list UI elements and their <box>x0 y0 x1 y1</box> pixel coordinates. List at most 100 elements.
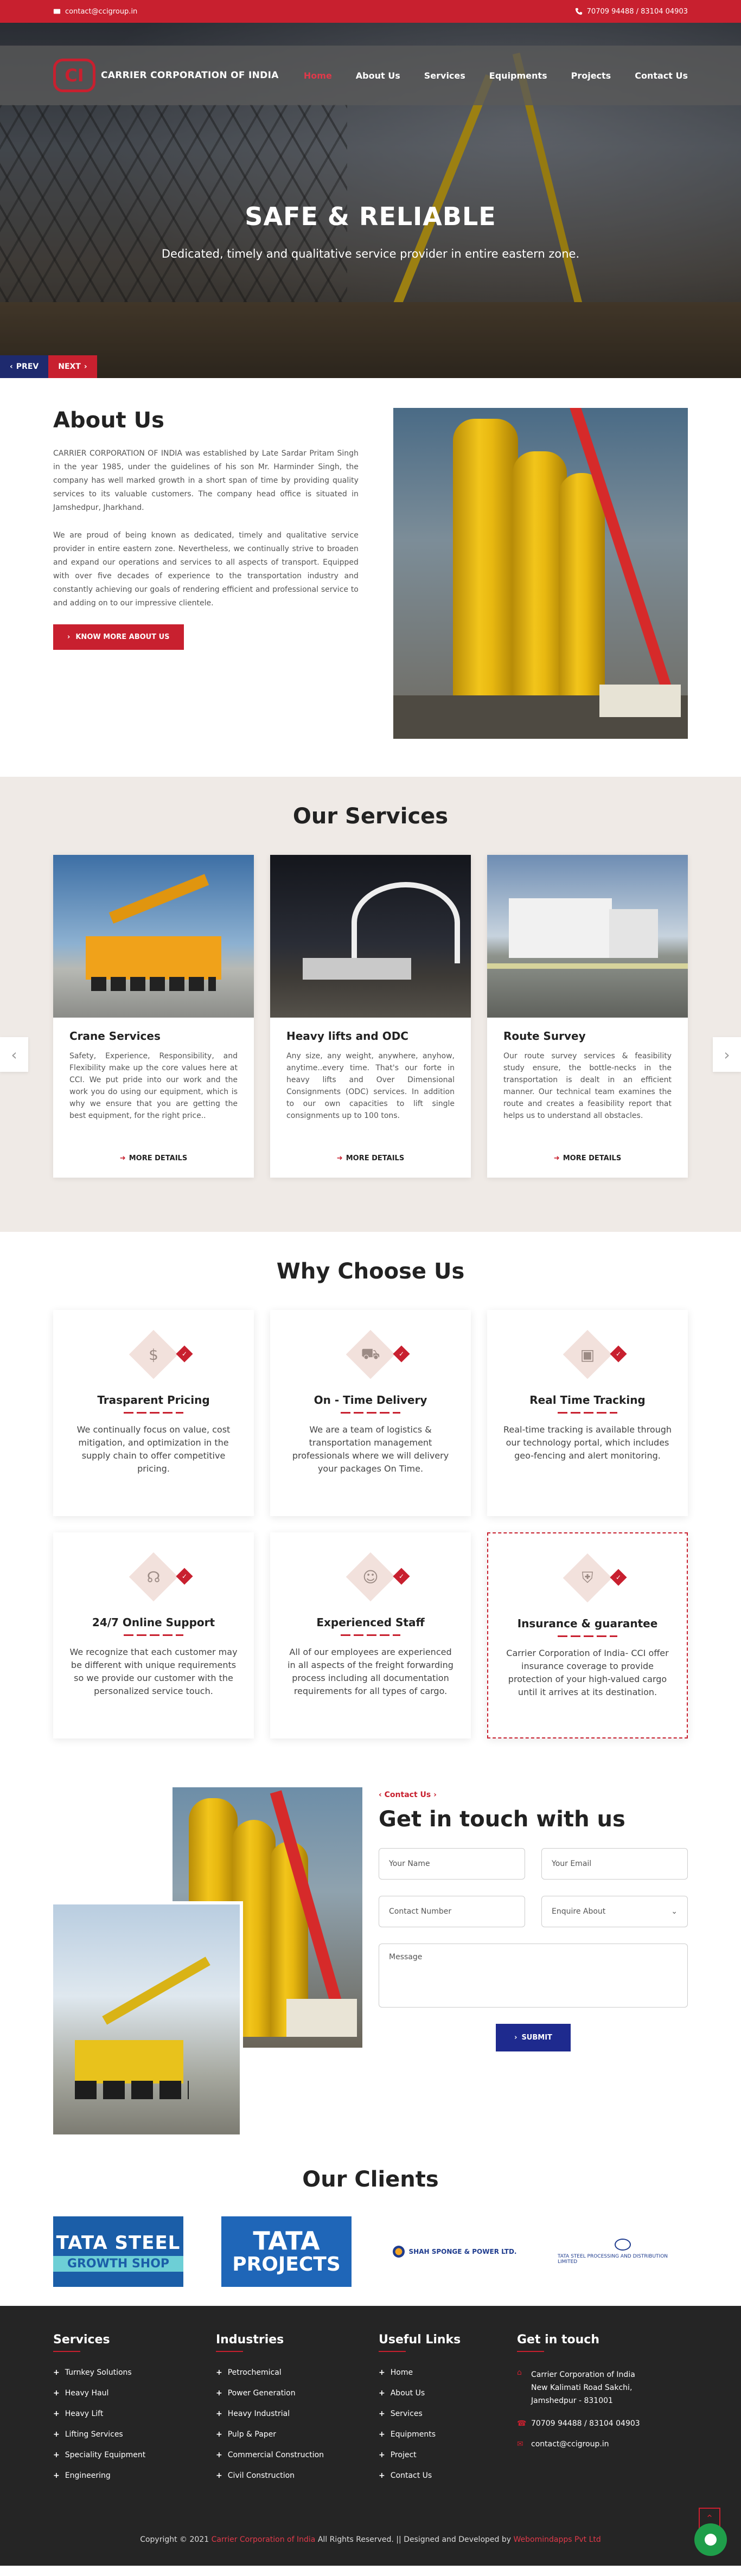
check-icon: ✓ <box>610 1569 627 1586</box>
enquire-about-select[interactable]: Enquire About ⌄ <box>541 1896 688 1927</box>
topbar-email-text[interactable]: contact@ccigroup.in <box>65 8 137 16</box>
footer-link-label[interactable]: Equipments <box>391 2430 436 2439</box>
footer-link[interactable]: + Heavy Lift <box>53 2409 216 2418</box>
why-card-title: Experienced Staff <box>316 1616 425 1629</box>
nav-home[interactable]: Home <box>304 71 332 81</box>
service-title[interactable]: Crane Services <box>69 1030 238 1043</box>
footer-link-label[interactable]: Lifting Services <box>65 2430 123 2439</box>
slider-prev-button[interactable]: ‹ PREV <box>0 355 49 378</box>
footer-email-text[interactable]: contact@ccigroup.in <box>531 2440 609 2449</box>
footer-link-label[interactable]: Contact Us <box>391 2471 432 2480</box>
footer-link[interactable]: + Pulp & Paper <box>216 2430 379 2439</box>
company-logo[interactable]: CI <box>53 59 95 92</box>
contact-photo-collage <box>53 1787 362 2134</box>
services-prev-arrow[interactable]: ‹ <box>0 1037 28 1072</box>
company-name[interactable]: CARRIER CORPORATION OF INDIA <box>101 70 279 81</box>
name-field[interactable]: Your Name <box>379 1848 525 1880</box>
home-icon: ⌂ <box>517 2368 522 2377</box>
nav-projects[interactable]: Projects <box>571 71 611 81</box>
why-card-title: Insurance & guarantee <box>517 1617 658 1630</box>
service-card[interactable]: Crane Services Safety, Experience, Respo… <box>53 855 254 1178</box>
slider-next-button[interactable]: NEXT › <box>48 355 97 378</box>
footer-link-label[interactable]: Speciality Equipment <box>65 2451 146 2459</box>
footer-link-label[interactable]: Services <box>391 2409 423 2418</box>
why-card: ☺ ✓ Experienced Staff All of our employee… <box>270 1532 471 1738</box>
brand[interactable]: CI CARRIER CORPORATION OF INDIA <box>53 59 279 92</box>
service-title[interactable]: Heavy lifts and ODC <box>286 1030 455 1043</box>
contact-number-field[interactable]: Contact Number <box>379 1896 525 1927</box>
footer-link[interactable]: + Speciality Equipment <box>53 2451 216 2459</box>
developer-link[interactable]: Webomindapps Pvt Ltd <box>513 2535 601 2544</box>
footer-link[interactable]: + Power Generation <box>216 2389 379 2398</box>
topbar-phone-text[interactable]: 70709 94488 / 83104 04903 <box>587 8 688 16</box>
footer-address: ⌂ Carrier Corporation of India New Kalim… <box>517 2368 680 2407</box>
service-title[interactable]: Route Survey <box>503 1030 672 1043</box>
footer-link[interactable]: + Services <box>379 2409 517 2418</box>
client-logo-tata-steel-processing[interactable]: TATA STEEL PROCESSING AND DISTRIBUTION L… <box>558 2216 688 2287</box>
plus-icon: + <box>379 2451 385 2459</box>
footer-link-label[interactable]: Pulp & Paper <box>228 2430 276 2439</box>
more-details-link[interactable]: ➜ MORE DETAILS <box>503 1154 672 1162</box>
footer-link[interactable]: + Heavy Haul <box>53 2389 216 2398</box>
footer-link[interactable]: + Contact Us <box>379 2471 517 2480</box>
footer-email[interactable]: ✉ contact@ccigroup.in <box>517 2440 680 2449</box>
footer-link-label[interactable]: Heavy Lift <box>65 2409 104 2418</box>
footer-link[interactable]: + Turnkey Solutions <box>53 2368 216 2377</box>
crane-photo <box>53 1901 243 2134</box>
footer-phone[interactable]: ☎ 70709 94488 / 83104 04903 <box>517 2419 680 2428</box>
footer-link[interactable]: + Equipments <box>379 2430 517 2439</box>
route-survey-photo <box>487 855 688 1018</box>
footer-link-label[interactable]: Commercial Construction <box>228 2451 324 2459</box>
client-logo-shah-sponge[interactable]: SHAH SPONGE & POWER LTD. <box>389 2216 520 2287</box>
client-logo-tata-steel[interactable]: TATA STEEL GROWTH SHOP <box>53 2216 183 2287</box>
footer-link[interactable]: + Heavy Industrial <box>216 2409 379 2418</box>
chat-button[interactable] <box>694 2523 727 2556</box>
footer-link-label[interactable]: Heavy Haul <box>65 2389 109 2398</box>
message-field[interactable]: Message <box>379 1944 688 2008</box>
service-card[interactable]: Route Survey Our route survey services &… <box>487 855 688 1178</box>
chevron-right-icon: › <box>84 362 87 371</box>
topbar-phone[interactable]: 70709 94488 / 83104 04903 <box>575 8 688 16</box>
footer-link[interactable]: + Home <box>379 2368 517 2377</box>
know-more-button[interactable]: › KNOW MORE ABOUT US <box>53 624 184 650</box>
footer-link-label[interactable]: Petrochemical <box>228 2368 282 2377</box>
email-field[interactable]: Your Email <box>541 1848 688 1880</box>
footer-link-label[interactable]: Turnkey Solutions <box>65 2368 132 2377</box>
delivery-truck-icon: ⛟ <box>361 1344 380 1363</box>
services-next-arrow[interactable]: › <box>713 1037 741 1072</box>
site-header: CI CARRIER CORPORATION OF INDIA Home Abo… <box>0 46 741 105</box>
footer-link-label[interactable]: Engineering <box>65 2471 111 2480</box>
more-details-link[interactable]: ➜ MORE DETAILS <box>286 1154 455 1162</box>
service-card[interactable]: Heavy lifts and ODC Any size, any weight… <box>270 855 471 1178</box>
tata-steel-line2: GROWTH SHOP <box>53 2255 183 2272</box>
topbar-email[interactable]: contact@ccigroup.in <box>53 8 137 16</box>
footer-link[interactable]: + Project <box>379 2451 517 2459</box>
nav-contact[interactable]: Contact Us <box>635 71 688 81</box>
footer-link-label[interactable]: Civil Construction <box>228 2471 295 2480</box>
footer-link-label[interactable]: About Us <box>391 2389 425 2398</box>
footer-link[interactable]: + About Us <box>379 2389 517 2398</box>
footer-link[interactable]: + Engineering <box>53 2471 216 2480</box>
footer-link-label[interactable]: Project <box>391 2451 417 2459</box>
footer-link[interactable]: + Civil Construction <box>216 2471 379 2480</box>
footer-link[interactable]: + Petrochemical <box>216 2368 379 2377</box>
footer-link[interactable]: + Commercial Construction <box>216 2451 379 2459</box>
nav-equipments[interactable]: Equipments <box>489 71 547 81</box>
top-bar: contact@ccigroup.in 70709 94488 / 83104 … <box>0 0 741 23</box>
tata-projects-line1: TATA <box>253 2226 320 2255</box>
plus-icon: + <box>53 2389 60 2398</box>
nav-services[interactable]: Services <box>424 71 465 81</box>
footer-link-label[interactable]: Home <box>391 2368 413 2377</box>
footer-link-label[interactable]: Power Generation <box>228 2389 296 2398</box>
truck-shape <box>599 685 681 717</box>
footer-link-label[interactable]: Heavy Industrial <box>228 2409 290 2418</box>
crane-body-shape <box>86 936 221 980</box>
footer-phone-text[interactable]: 70709 94488 / 83104 04903 <box>531 2419 640 2428</box>
submit-button[interactable]: › SUBMIT <box>496 2024 571 2051</box>
more-details-link[interactable]: ➜ MORE DETAILS <box>69 1154 238 1162</box>
client-logo-tata-projects[interactable]: TATA PROJECTS <box>221 2216 352 2287</box>
nav-about[interactable]: About Us <box>356 71 400 81</box>
truck-shape <box>286 1999 357 2037</box>
footer-link[interactable]: + Lifting Services <box>53 2430 216 2439</box>
copyright-company[interactable]: Carrier Corporation of India <box>212 2535 316 2544</box>
